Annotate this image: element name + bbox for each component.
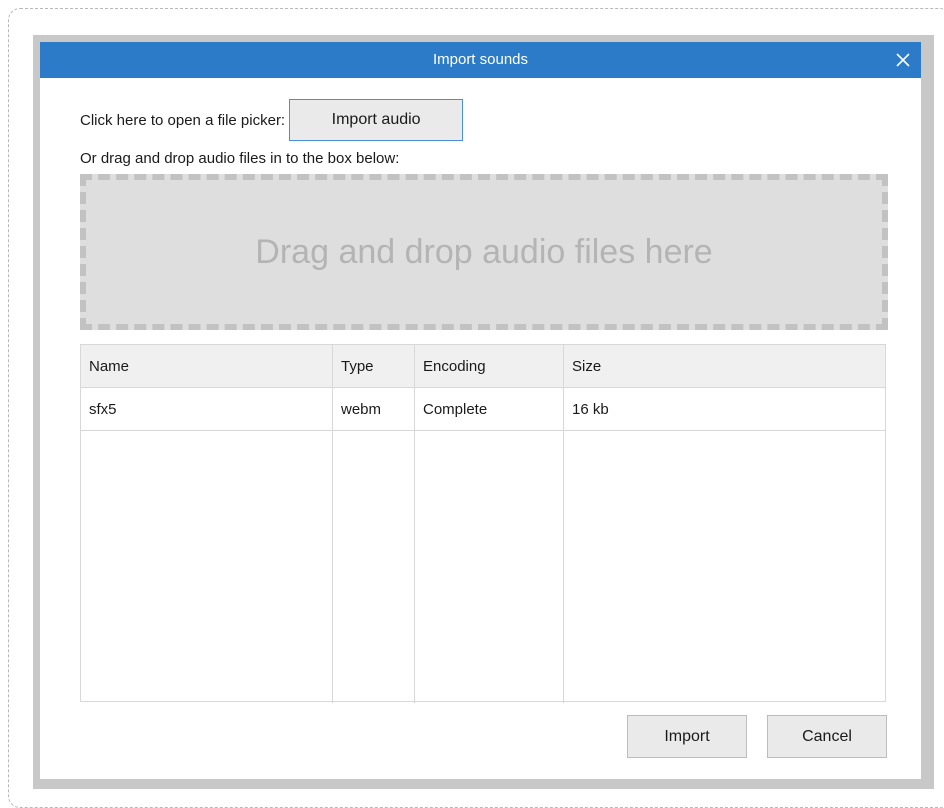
cell-size: 16 kb — [572, 400, 609, 418]
cancel-button[interactable]: Cancel — [767, 715, 887, 758]
drag-drop-label: Or drag and drop audio files in to the b… — [80, 150, 400, 167]
close-button[interactable] — [885, 42, 921, 78]
close-icon — [896, 53, 910, 67]
table-row[interactable]: sfx5 webm Complete 16 kb — [81, 388, 885, 431]
file-picker-label: Click here to open a file picker: — [80, 111, 286, 129]
cell-encoding: Complete — [415, 388, 564, 430]
empty-column-size — [564, 431, 885, 703]
file-picker-row: Click here to open a file picker: Import… — [80, 99, 464, 141]
column-header-size[interactable]: Size — [564, 345, 885, 387]
empty-column-name — [81, 431, 333, 703]
empty-column-encoding — [415, 431, 564, 703]
audio-file-table: Name Type Encoding Size sfx5 webm Comple… — [80, 344, 886, 703]
dialog-title: Import sounds — [432, 51, 529, 68]
import-sounds-dialog: Import sounds Click here to open a file … — [33, 35, 934, 789]
audio-dropzone[interactable]: Drag and drop audio files here — [80, 174, 888, 330]
dialog-body: Import sounds Click here to open a file … — [40, 42, 921, 779]
empty-column-type — [333, 431, 415, 703]
import-button[interactable]: Import — [627, 715, 747, 758]
table-empty-area — [81, 431, 885, 703]
cell-type: webm — [333, 388, 415, 430]
import-audio-button[interactable]: Import audio — [289, 99, 464, 141]
column-header-name[interactable]: Name — [81, 345, 333, 387]
table-header: Name Type Encoding Size — [81, 345, 885, 388]
cell-name: sfx5 — [81, 388, 333, 430]
column-header-type[interactable]: Type — [333, 345, 415, 387]
column-header-encoding[interactable]: Encoding — [415, 345, 564, 387]
dialog-titlebar[interactable]: Import sounds — [40, 42, 921, 78]
dropzone-text: Drag and drop audio files here — [255, 232, 713, 271]
